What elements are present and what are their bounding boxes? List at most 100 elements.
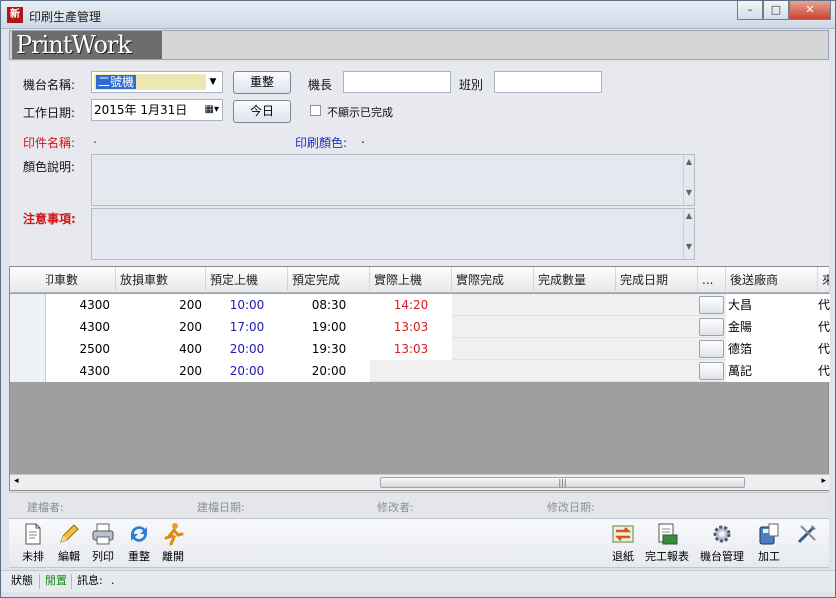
spoil-cell[interactable]: 400 [116,338,206,360]
scroll-left-icon[interactable]: ◂ [14,476,19,486]
row-header[interactable] [10,360,46,382]
today-button[interactable]: 今日 [233,100,291,123]
notes-textarea[interactable]: ▲ ▼ [91,208,695,260]
app-window: 新 印刷生產管理 – □ ✕ PrintWork 機台名稱: 二號機 ▼ 重整 … [0,0,836,598]
spoil-cell[interactable]: 200 [116,316,206,338]
shift-input[interactable] [494,71,602,93]
machine-select[interactable]: 二號機 ▼ [91,71,223,93]
plan-end-cell[interactable]: 19:30 [288,338,370,360]
created-by-label: 建檔者: [27,501,64,514]
print-color-value: . [361,132,365,146]
vendor-cell[interactable]: 德箔 [726,338,818,360]
table-row[interactable]: 4300 200 10:00 08:30 14:20 大昌 代 [10,294,830,316]
scroll-thumb[interactable]: ||| [380,477,745,488]
row-ellipsis-button[interactable] [699,340,724,358]
table-row[interactable]: 4300 200 20:00 20:00 萬記 代 [10,360,830,382]
machine-manage-button[interactable]: 機台管理 [699,522,745,566]
running-man-icon [164,523,184,546]
qty-cell[interactable]: 4300 [46,360,116,382]
processing-button[interactable]: 加工 [751,522,787,566]
qty-cell[interactable]: 4300 [46,294,116,316]
pencil-icon [60,524,79,543]
scroll-right-icon[interactable]: ▸ [821,476,826,486]
table-row[interactable]: 4300 200 17:00 19:00 13:03 金陽 代 [10,316,830,338]
minimize-button[interactable]: – [737,1,763,20]
qty-cell[interactable]: 2500 [46,338,116,360]
row-ellipsis-button[interactable] [699,296,724,314]
vendor-cell[interactable]: 萬記 [726,360,818,382]
machine-name-label: 機台名稱: [23,78,76,92]
reset-button[interactable]: 重整 [233,71,291,94]
exit-button[interactable]: 離開 [155,522,191,566]
completion-report-button[interactable]: 完工報表 [645,522,689,566]
chevron-down-icon[interactable]: ▼ [207,76,219,88]
plan-start-cell[interactable]: 10:00 [206,294,288,316]
column-header[interactable]: ... [698,267,726,293]
actual-start-cell[interactable]: 14:20 [370,294,452,316]
plan-end-cell[interactable]: 20:00 [288,360,370,382]
horizontal-scrollbar[interactable]: ◂ ||| ▸ [10,474,830,490]
maximize-button[interactable]: □ [763,1,789,20]
table-row[interactable]: 2500 400 20:00 19:30 13:03 德箔 代 [10,338,830,360]
captain-input[interactable] [343,71,451,93]
column-header[interactable]: 實際上機 [370,267,452,293]
audit-bar: 建檔者: 建檔日期: 修改者: 修改日期: [9,492,829,517]
column-header[interactable]: 實際完成 [452,267,534,293]
tools-button[interactable] [789,522,825,566]
app-icon: 新 [7,7,23,23]
plan-end-cell[interactable]: 08:30 [288,294,370,316]
row-header[interactable] [10,316,46,338]
job-form: 機台名稱: 二號機 ▼ 重整 機長 班別 工作日期: 2015年 1月31日 ▦… [9,62,829,266]
plan-start-cell[interactable]: 20:00 [206,338,288,360]
column-header[interactable]: 完成日期 [616,267,698,293]
extra-cell[interactable]: 代 [818,338,830,360]
extra-cell[interactable]: 代 [818,294,830,316]
spoil-cell[interactable]: 200 [116,360,206,382]
vertical-scrollbar[interactable]: ▲ ▼ [683,155,694,205]
spoil-cell[interactable]: 200 [116,294,206,316]
column-header[interactable]: 印車數 [46,267,116,293]
work-date-label: 工作日期: [23,106,76,120]
hide-completed-checkbox[interactable] [310,105,321,116]
return-paper-button[interactable]: 退紙 [605,522,641,566]
print-label: 列印 [92,550,114,563]
schedule-grid: 印車數 放損車數 預定上機 預定完成 實際上機 實際完成 完成數量 完成日期 .… [9,266,830,491]
row-header[interactable] [10,338,46,360]
refresh-button[interactable]: 重整 [121,522,157,566]
exit-label: 離開 [162,550,184,563]
column-header[interactable]: 預定完成 [288,267,370,293]
row-header[interactable] [10,294,46,316]
row-ellipsis-button[interactable] [699,318,724,336]
brand-banner: PrintWork [9,30,829,60]
vertical-scrollbar[interactable]: ▲ ▼ [683,209,694,259]
column-header[interactable]: 後送廠商 [726,267,818,293]
extra-cell[interactable]: 代 [818,316,830,338]
row-ellipsis-button[interactable] [699,362,724,380]
actual-start-cell[interactable] [370,360,452,382]
printwork-logo: PrintWork [12,31,162,59]
close-button[interactable]: ✕ [789,1,831,20]
date-picker[interactable]: 2015年 1月31日 ▦▾ [91,99,223,121]
qty-cell[interactable]: 4300 [46,316,116,338]
column-header[interactable]: 預定上機 [206,267,288,293]
machine-value-text: 二號機 [96,75,137,89]
column-header[interactable]: 放損車數 [116,267,206,293]
actual-start-cell[interactable]: 13:03 [370,316,452,338]
print-name-value: . [93,132,97,146]
column-header[interactable]: 來 [818,267,830,293]
state-value: 閒置 [45,574,67,587]
calendar-icon[interactable]: ▦▾ [205,100,219,120]
edit-button[interactable]: 編輯 [51,522,87,566]
vendor-cell[interactable]: 金陽 [726,316,818,338]
unscheduled-button[interactable]: 未排 [15,522,51,566]
plan-end-cell[interactable]: 19:00 [288,316,370,338]
plan-start-cell[interactable]: 17:00 [206,316,288,338]
extra-cell[interactable]: 代 [818,360,830,382]
status-divider [39,574,40,589]
print-button[interactable]: 列印 [85,522,121,566]
column-header[interactable]: 完成數量 [534,267,616,293]
actual-start-cell[interactable]: 13:03 [370,338,452,360]
vendor-cell[interactable]: 大昌 [726,294,818,316]
color-desc-textarea[interactable]: ▲ ▼ [91,154,695,206]
plan-start-cell[interactable]: 20:00 [206,360,288,382]
